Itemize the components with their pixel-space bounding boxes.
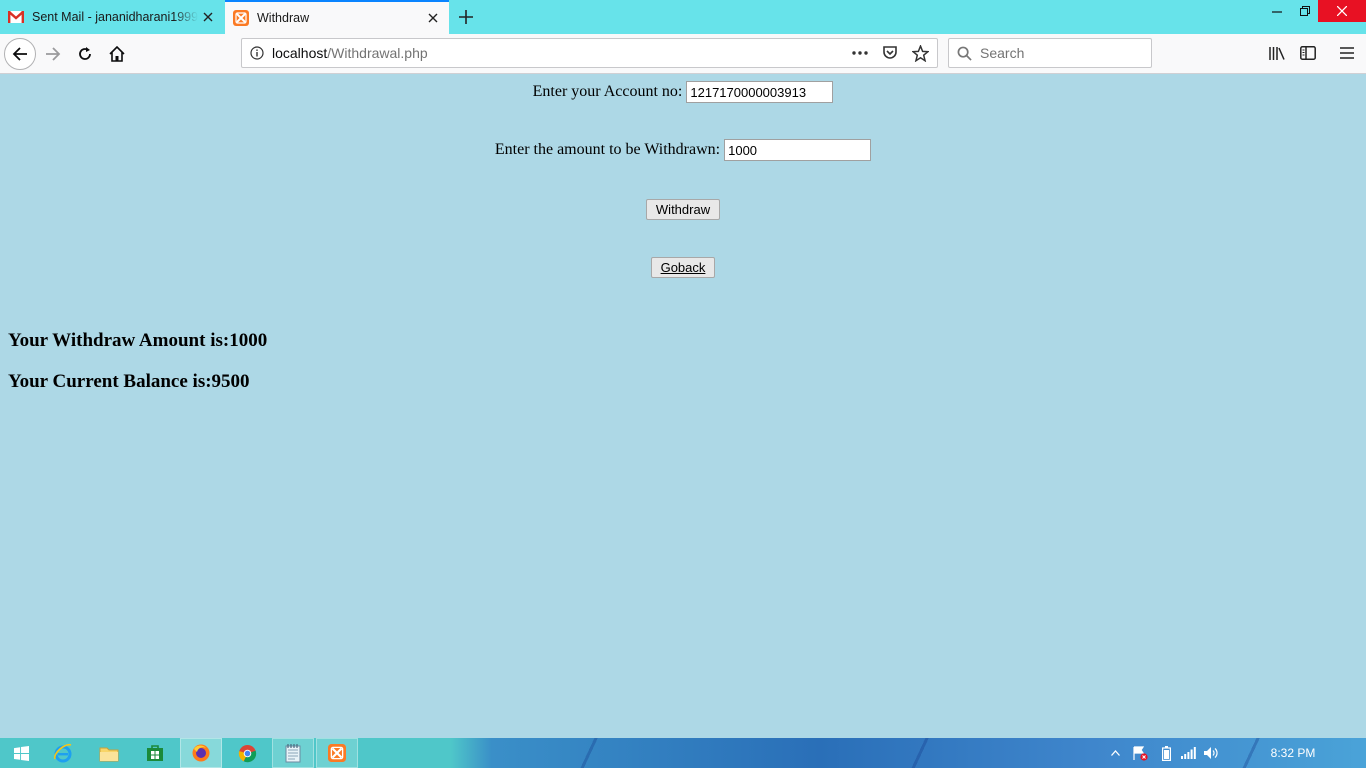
speaker-icon [1204, 747, 1218, 759]
info-icon[interactable] [242, 46, 272, 60]
bookmark-star-icon[interactable] [909, 42, 931, 64]
chevron-up-icon [1110, 750, 1120, 756]
forward-arrow-icon [46, 47, 61, 61]
volume-tray[interactable] [1200, 738, 1222, 768]
page-content: Enter your Account no: Enter the amount … [0, 75, 1366, 738]
back-arrow-icon [12, 47, 27, 61]
amount-input[interactable] [724, 139, 872, 161]
library-button[interactable] [1262, 38, 1292, 68]
pocket-icon[interactable] [879, 42, 901, 64]
chrome-icon [238, 744, 256, 762]
gmail-icon [8, 9, 24, 25]
account-row: Enter your Account no: [0, 81, 1366, 103]
page-actions-icon[interactable] [849, 42, 871, 64]
signal-icon [1180, 747, 1196, 759]
amount-row: Enter the amount to be Withdrawn: [0, 139, 1366, 161]
withdraw-row: Withdraw [0, 199, 1366, 220]
goback-label: Goback [660, 260, 706, 275]
withdraw-button[interactable]: Withdraw [645, 199, 721, 220]
taskbar-firefox[interactable] [180, 738, 222, 768]
taskbar: 8:32 PM [0, 738, 1366, 768]
amount-label: Enter the amount to be Withdrawn: [494, 141, 721, 158]
hamburger-menu-icon [1340, 47, 1354, 59]
search-icon [957, 46, 972, 61]
sidebar-icon [1300, 46, 1316, 60]
close-tab-icon[interactable] [198, 7, 218, 27]
store-icon [147, 745, 163, 761]
back-button[interactable] [4, 38, 36, 70]
close-window-button[interactable] [1318, 0, 1366, 22]
close-icon [1337, 6, 1347, 16]
file-explorer-icon [99, 747, 119, 761]
account-label: Enter your Account no: [532, 83, 683, 100]
tab-sent-mail[interactable]: Sent Mail - jananidharani1999@ [0, 0, 224, 34]
xampp-icon [233, 10, 249, 26]
plus-icon [459, 10, 473, 24]
address-bar[interactable]: localhost/Withdrawal.php [241, 38, 938, 68]
url-host: localhost [272, 45, 328, 61]
tab-strip: Sent Mail - jananidharani1999@ Withdraw [0, 0, 1366, 34]
internet-explorer-icon [54, 743, 72, 763]
notepad-icon [285, 743, 301, 762]
show-hidden-icons-button[interactable] [1104, 738, 1126, 768]
goback-row: Goback [0, 257, 1366, 278]
start-button[interactable] [0, 738, 42, 768]
minimize-button[interactable] [1262, 0, 1292, 22]
taskbar-chrome[interactable] [226, 738, 268, 768]
battery-icon [1161, 745, 1171, 761]
home-icon [109, 46, 125, 62]
account-number-input[interactable] [686, 81, 834, 103]
minimize-icon [1272, 11, 1282, 13]
taskbar-notepad[interactable] [272, 738, 314, 768]
home-button[interactable] [101, 38, 133, 70]
clock[interactable]: 8:32 PM [1250, 738, 1336, 768]
reload-icon [79, 47, 91, 60]
firefox-icon [192, 744, 210, 762]
forward-button[interactable] [37, 38, 69, 70]
xampp-icon [328, 744, 346, 762]
taskbar-file-explorer[interactable] [88, 738, 130, 768]
url-text[interactable]: localhost/Withdrawal.php [272, 45, 849, 61]
taskbar-xampp[interactable] [316, 738, 358, 768]
new-tab-button[interactable] [452, 4, 480, 30]
close-tab-icon[interactable] [423, 8, 443, 28]
url-path: /Withdrawal.php [327, 45, 428, 61]
search-input[interactable] [978, 44, 1138, 62]
taskbar-wallpaper [440, 738, 1366, 768]
start-icon [13, 745, 29, 761]
action-center-tray[interactable] [1129, 738, 1151, 768]
withdraw-amount-text: Your Withdraw Amount is:1000 [8, 330, 268, 351]
tab-title: Sent Mail - jananidharani1999@ [32, 10, 198, 24]
taskbar-store[interactable] [134, 738, 176, 768]
search-bar[interactable] [948, 38, 1152, 68]
sidebar-button[interactable] [1293, 38, 1323, 68]
reload-button[interactable] [69, 38, 101, 70]
flag-warning-icon [1133, 745, 1148, 761]
network-tray[interactable] [1177, 738, 1199, 768]
library-icon [1268, 46, 1285, 60]
taskbar-internet-explorer[interactable] [42, 738, 84, 768]
menu-button[interactable] [1332, 38, 1362, 68]
tab-title: Withdraw [257, 11, 310, 25]
battery-tray[interactable] [1155, 738, 1177, 768]
goback-button[interactable]: Goback [650, 257, 716, 278]
tab-withdraw[interactable]: Withdraw [225, 0, 449, 34]
url-actions [849, 42, 937, 64]
restore-icon [1300, 6, 1310, 16]
restore-button[interactable] [1290, 0, 1320, 22]
current-balance-text: Your Current Balance is:9500 [8, 371, 250, 392]
navigation-toolbar: localhost/Withdrawal.php [0, 34, 1366, 74]
